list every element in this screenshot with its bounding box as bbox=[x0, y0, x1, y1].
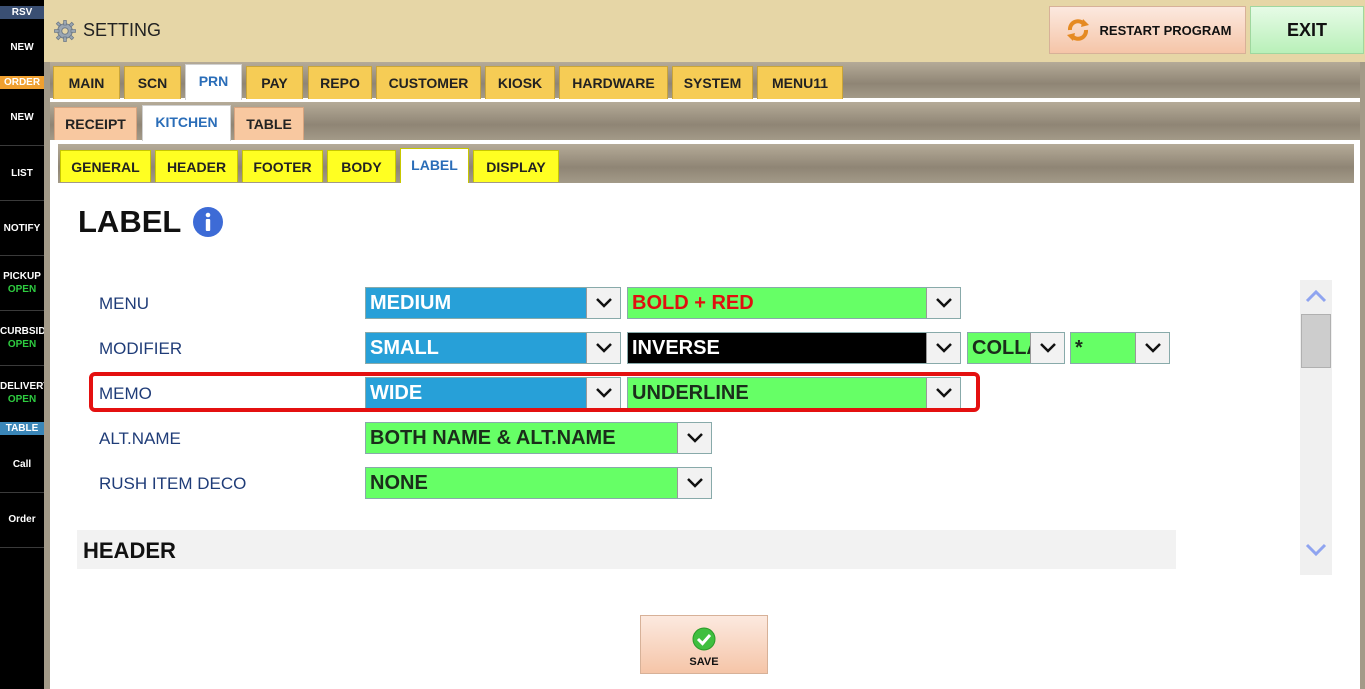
menu-size-select[interactable]: MEDIUM bbox=[365, 287, 621, 319]
notify-button[interactable]: NOTIFY bbox=[0, 222, 44, 235]
rush-item-deco-value: NONE bbox=[366, 468, 677, 498]
tab-table[interactable]: TABLE bbox=[234, 107, 304, 140]
curbside-status: OPEN bbox=[7, 339, 37, 350]
restart-program-button[interactable]: RESTART PROGRAM bbox=[1049, 6, 1246, 54]
tab-main[interactable]: MAIN bbox=[53, 66, 120, 99]
refresh-icon bbox=[1066, 19, 1089, 41]
curbside-button[interactable]: CURBSID OPEN bbox=[0, 325, 44, 351]
section-title: LABEL bbox=[78, 204, 182, 239]
chevron-down-icon[interactable] bbox=[677, 468, 711, 498]
table-section-label: TABLE bbox=[0, 422, 44, 435]
delivery-status: OPEN bbox=[7, 394, 37, 405]
modifier-prefix-select[interactable]: * bbox=[1070, 332, 1170, 364]
modifier-style-select[interactable]: INVERSE bbox=[627, 332, 961, 364]
chevron-down-icon[interactable] bbox=[926, 288, 960, 318]
menu-style-value: BOLD + RED bbox=[628, 288, 926, 318]
pickup-label: PICKUP bbox=[3, 271, 41, 282]
tab-customer[interactable]: CUSTOMER bbox=[376, 66, 481, 99]
list-button[interactable]: LIST bbox=[0, 167, 44, 180]
pickup-status: OPEN bbox=[7, 284, 37, 295]
alt-name-select[interactable]: BOTH NAME & ALT.NAME bbox=[365, 422, 712, 454]
pickup-button[interactable]: PICKUP OPEN bbox=[0, 270, 44, 296]
menu-size-value: MEDIUM bbox=[366, 288, 586, 318]
save-label: SAVE bbox=[689, 656, 719, 668]
header-section-bar[interactable]: HEADER bbox=[77, 530, 1176, 569]
section-tab-bar: GENERAL HEADER FOOTER BODY LABEL DISPLAY bbox=[58, 144, 1354, 183]
save-button[interactable]: SAVE bbox=[640, 615, 768, 674]
left-sidebar: RSV NEW ORDER NEW LIST NOTIFY PICKUP OPE… bbox=[0, 0, 44, 689]
alt-name-label: ALT.NAME bbox=[99, 429, 181, 448]
info-icon[interactable] bbox=[192, 206, 224, 238]
sidebar-divider bbox=[0, 255, 44, 256]
modifier-style-value: INVERSE bbox=[628, 333, 926, 363]
sidebar-divider bbox=[0, 310, 44, 311]
gear-icon bbox=[54, 20, 76, 42]
order-new-button[interactable]: NEW bbox=[0, 111, 44, 124]
top-header: SETTING RESTART PROGRAM EXIT bbox=[44, 0, 1365, 62]
delivery-button[interactable]: DELIVERY OPEN bbox=[0, 380, 44, 406]
header-section-title: HEADER bbox=[83, 538, 176, 563]
rsv-section-label: RSV bbox=[0, 6, 44, 19]
check-icon bbox=[692, 627, 716, 651]
tab-body[interactable]: BODY bbox=[327, 150, 396, 182]
rush-item-deco-label: RUSH ITEM DECO bbox=[99, 474, 247, 493]
tab-pay[interactable]: PAY bbox=[246, 66, 303, 99]
modifier-prefix-value: * bbox=[1071, 333, 1135, 363]
tab-receipt[interactable]: RECEIPT bbox=[54, 107, 137, 140]
chevron-down-icon[interactable] bbox=[677, 423, 711, 453]
tab-general[interactable]: GENERAL bbox=[60, 150, 151, 182]
chevron-down-icon[interactable] bbox=[1135, 333, 1169, 363]
sidebar-divider bbox=[0, 547, 44, 548]
modifier-layout-select[interactable]: COLLAPSE bbox=[967, 332, 1065, 364]
tab-scn[interactable]: SCN bbox=[124, 66, 181, 99]
rush-item-deco-select[interactable]: NONE bbox=[365, 467, 712, 499]
chevron-down-icon[interactable] bbox=[586, 288, 620, 318]
exit-button[interactable]: EXIT bbox=[1250, 6, 1364, 54]
scroll-down-icon[interactable] bbox=[1300, 542, 1332, 562]
call-button[interactable]: Call bbox=[0, 458, 44, 471]
delivery-label: DELIVERY bbox=[0, 381, 44, 392]
sidebar-divider bbox=[0, 365, 44, 366]
tab-label[interactable]: LABEL bbox=[400, 148, 469, 183]
tab-menu11[interactable]: MENU11 bbox=[757, 66, 843, 99]
vertical-scrollbar[interactable] bbox=[1300, 280, 1332, 575]
order-button[interactable]: Order bbox=[0, 513, 44, 526]
tab-kiosk[interactable]: KIOSK bbox=[485, 66, 555, 99]
scrollbar-thumb[interactable] bbox=[1301, 314, 1331, 368]
modifier-label: MODIFIER bbox=[99, 339, 183, 358]
modifier-layout-value: COLLAPSE bbox=[968, 333, 1030, 363]
chevron-down-icon[interactable] bbox=[586, 333, 620, 363]
menu-style-select[interactable]: BOLD + RED bbox=[627, 287, 961, 319]
alt-name-value: BOTH NAME & ALT.NAME bbox=[366, 423, 677, 453]
tab-kitchen[interactable]: KITCHEN bbox=[142, 105, 231, 141]
chevron-down-icon[interactable] bbox=[1030, 333, 1064, 363]
sidebar-divider bbox=[0, 492, 44, 493]
frame-right-edge bbox=[1360, 62, 1365, 689]
page-title: SETTING bbox=[83, 20, 162, 40]
chevron-down-icon[interactable] bbox=[926, 333, 960, 363]
main-tab-bar: MAIN SCN PRN PAY REPO CUSTOMER KIOSK HAR… bbox=[50, 62, 1360, 100]
rsv-new-button[interactable]: NEW bbox=[0, 41, 44, 54]
curbside-label: CURBSID bbox=[0, 326, 44, 337]
menu-label: MENU bbox=[99, 294, 150, 313]
tab-repo[interactable]: REPO bbox=[308, 66, 372, 99]
modifier-size-select[interactable]: SMALL bbox=[365, 332, 621, 364]
sidebar-divider bbox=[0, 145, 44, 146]
frame-left-edge bbox=[44, 62, 50, 689]
tab-hardware[interactable]: HARDWARE bbox=[559, 66, 668, 99]
tab-display[interactable]: DISPLAY bbox=[473, 150, 559, 182]
order-section-label: ORDER bbox=[0, 76, 44, 89]
sidebar-divider bbox=[0, 200, 44, 201]
scroll-up-icon[interactable] bbox=[1300, 288, 1332, 308]
restart-program-label: RESTART PROGRAM bbox=[1099, 22, 1232, 38]
tab-system[interactable]: SYSTEM bbox=[672, 66, 753, 99]
memo-row-highlight bbox=[89, 372, 980, 412]
sub-tab-bar: RECEIPT KITCHEN TABLE bbox=[50, 102, 1360, 141]
tab-footer[interactable]: FOOTER bbox=[242, 150, 323, 182]
modifier-size-value: SMALL bbox=[366, 333, 586, 363]
tab-prn[interactable]: PRN bbox=[185, 64, 242, 100]
tab-header[interactable]: HEADER bbox=[155, 150, 238, 182]
